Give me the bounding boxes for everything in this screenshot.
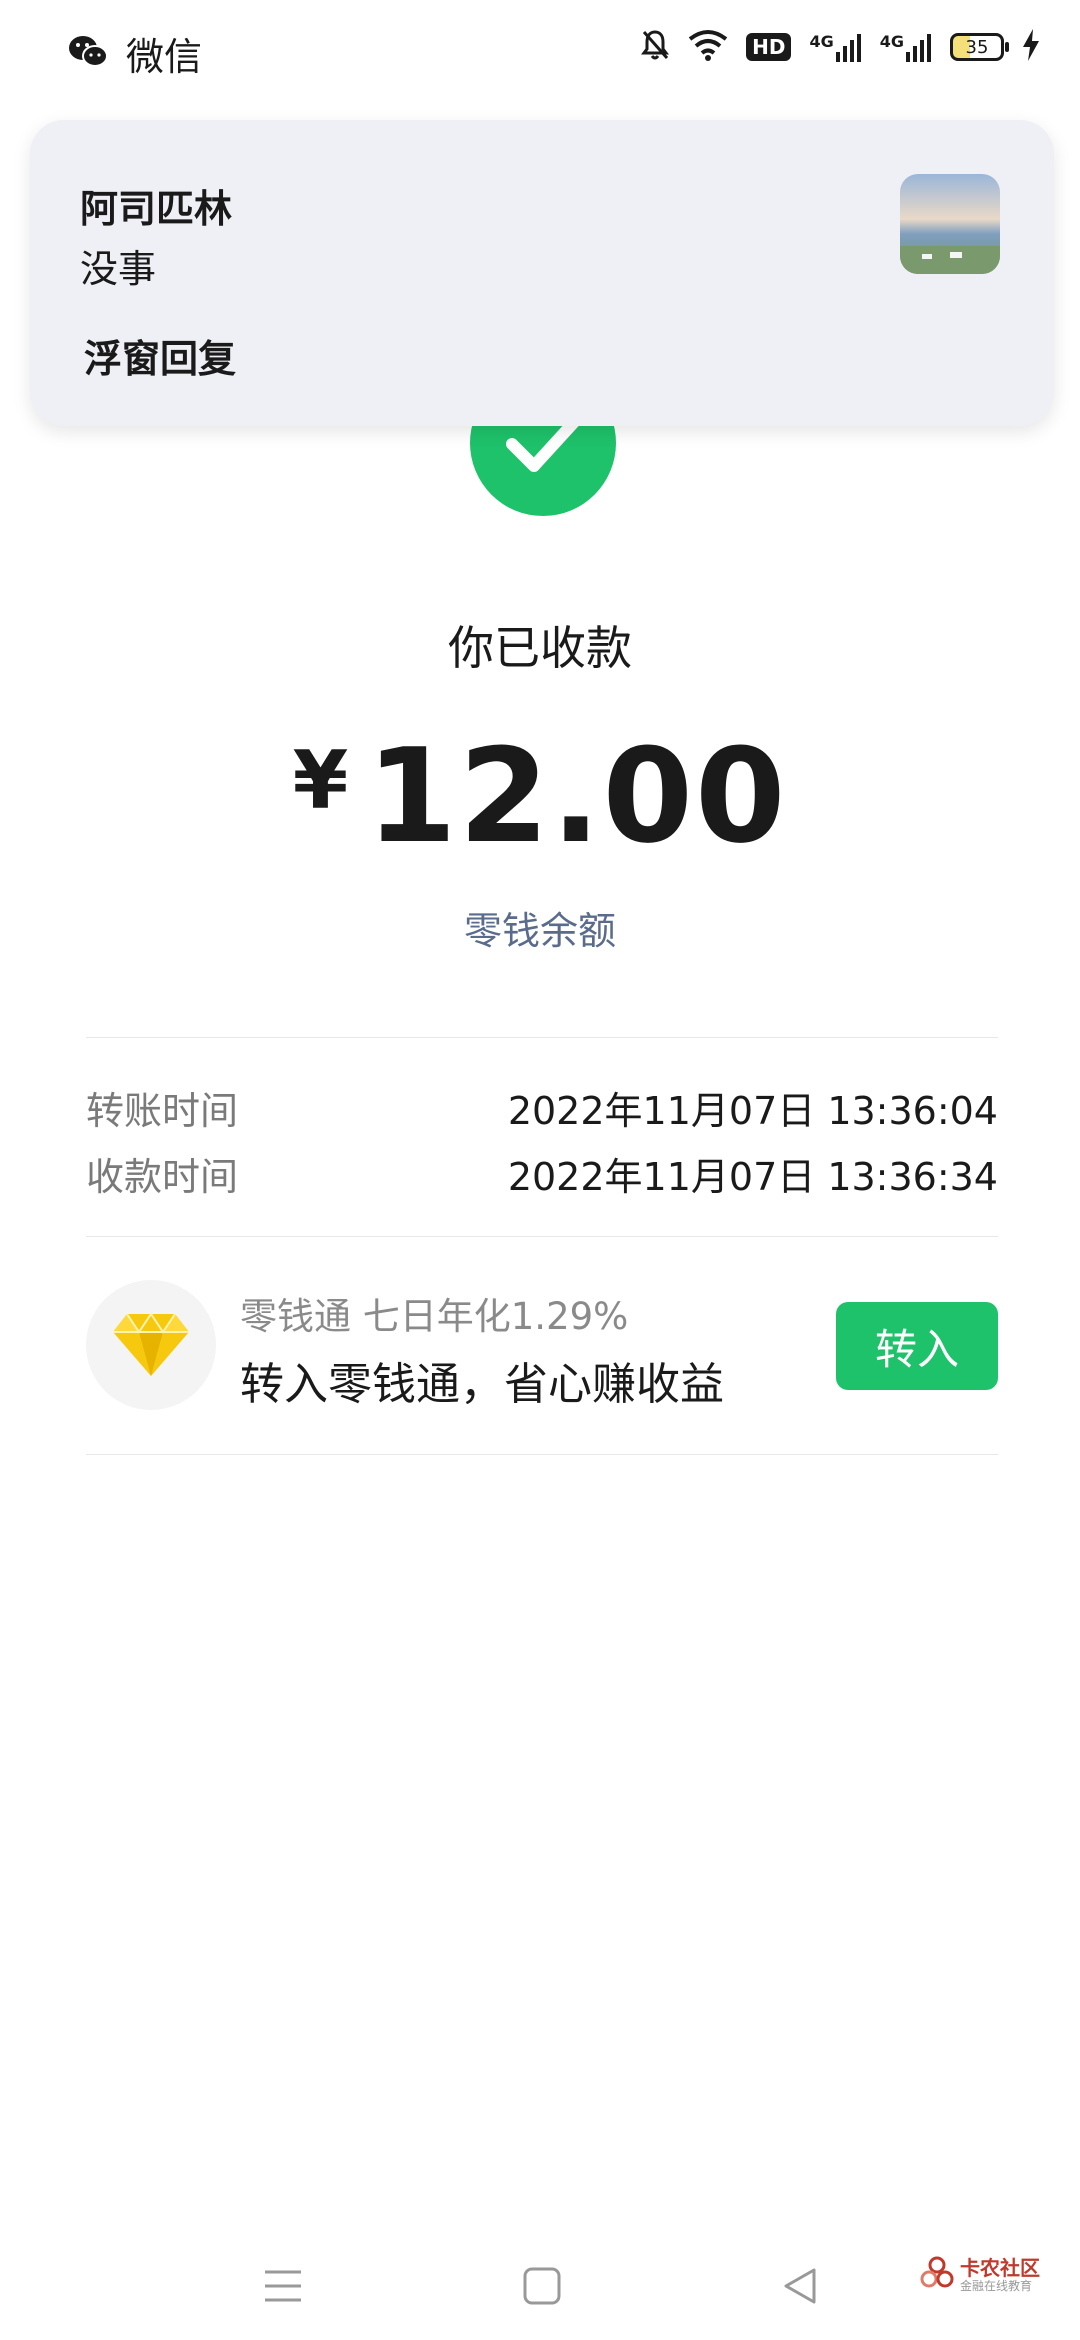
- charging-icon: [1022, 29, 1040, 65]
- navigation-bar: [0, 2220, 1080, 2340]
- battery-icon: 35: [950, 33, 1009, 61]
- wechat-icon: [68, 34, 108, 74]
- amount-value: 12.00: [366, 720, 788, 872]
- status-left: 微信: [68, 26, 202, 81]
- watermark-text: 卡农社区 金融在线教育: [960, 2257, 1040, 2293]
- battery-level: 35: [965, 36, 989, 58]
- wifi-icon: [688, 29, 728, 65]
- status-bar: 微信 HD 4G 4G 35: [0, 0, 1080, 100]
- detail-row-transfer-time: 转账时间 2022年11月07日 13:36:04: [86, 1080, 998, 1135]
- diamond-icon: [86, 1280, 216, 1410]
- notification-sender: 阿司匹林: [80, 187, 233, 231]
- divider-bottom: [86, 1454, 998, 1455]
- status-title: 你已收款: [448, 621, 632, 675]
- network-label-1: 4G: [809, 32, 834, 51]
- home-icon[interactable]: [512, 2256, 572, 2316]
- detail-value: 2022年11月07日 13:36:34: [507, 1155, 998, 1199]
- amount-display: ¥12.00: [0, 720, 1080, 872]
- watermark: 卡农社区 金融在线教育: [920, 2256, 1040, 2294]
- detail-label: 转账时间: [86, 1089, 239, 1133]
- detail-row-receive-time: 收款时间 2022年11月07日 13:36:34: [86, 1146, 998, 1201]
- promo-subtitle: 零钱通 七日年化1.29%: [240, 1295, 629, 1338]
- detail-label: 收款时间: [86, 1155, 239, 1199]
- status-app-name: 微信: [126, 35, 203, 79]
- payment-received-page: 微信 HD 4G 4G 35 阿司匹林 没事 浮窗回复 你已收款 ¥ 12.00…: [0, 0, 1080, 2340]
- watermark-subtitle: 金融在线教育: [960, 2279, 1033, 2293]
- status-icons: HD 4G 4G 35: [640, 28, 1040, 66]
- signal-icon-2: 4G: [880, 32, 932, 62]
- network-label-2: 4G: [879, 32, 904, 51]
- floating-notification[interactable]: 阿司匹林 没事 浮窗回复: [30, 120, 1054, 426]
- menu-icon[interactable]: [253, 2256, 313, 2316]
- divider-middle: [86, 1236, 998, 1237]
- hd-badge: HD: [746, 33, 792, 61]
- notification-thumbnail: [900, 174, 1000, 274]
- transfer-in-button[interactable]: 转入: [836, 1302, 998, 1390]
- balance-link[interactable]: 零钱余额: [0, 900, 1080, 955]
- watermark-title: 卡农社区: [960, 2256, 1040, 2280]
- currency-symbol: ¥: [292, 734, 349, 827]
- divider-top: [86, 1037, 998, 1038]
- back-icon[interactable]: [770, 2256, 830, 2316]
- floating-reply-button[interactable]: 浮窗回复: [84, 328, 236, 383]
- notification-message: 没事: [80, 247, 157, 291]
- mute-bell-icon: [640, 28, 670, 66]
- signal-icon-1: 4G: [809, 32, 861, 62]
- watermark-logo-icon: [920, 2256, 954, 2294]
- promo-title: 转入零钱通，省心赚收益: [240, 1359, 724, 1410]
- detail-value: 2022年11月07日 13:36:04: [507, 1089, 998, 1133]
